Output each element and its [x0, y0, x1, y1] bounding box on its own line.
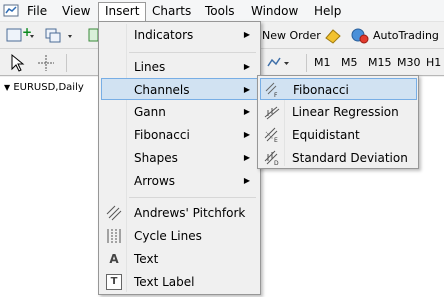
menu-help[interactable]: Help: [308, 2, 347, 20]
autotrading-icon[interactable]: [349, 26, 371, 46]
submenu-item-equidistant-channel[interactable]: E Equidistant: [260, 124, 417, 146]
submenu-item-label: Equidistant: [292, 128, 360, 142]
text-label-icon: T: [106, 274, 122, 290]
menu-item-label: Cycle Lines: [134, 229, 202, 243]
new-order-button[interactable]: New Order: [262, 27, 321, 45]
timeframe-h1[interactable]: H1: [426, 54, 441, 72]
menu-item-label: Channels: [134, 83, 190, 97]
timeframe-m1[interactable]: M1: [314, 54, 331, 72]
fibonacci-channel-icon: F: [265, 82, 281, 99]
insert-menu: Indicators ▶ Lines ▶ Channels ▶ Gann ▶ F…: [98, 21, 261, 295]
timeframe-dropdown[interactable]: [264, 53, 292, 73]
app-icon[interactable]: [2, 2, 20, 20]
chart-title-text: EURUSD,Daily: [13, 82, 84, 93]
autotrading-button[interactable]: AutoTrading: [373, 27, 439, 45]
menu-item-indicators[interactable]: Indicators ▶: [101, 24, 258, 46]
menu-item-label: Fibonacci: [134, 128, 190, 142]
standard-deviation-icon: D: [264, 150, 280, 167]
svg-text:+: +: [22, 26, 32, 39]
submenu-item-label: Fibonacci: [293, 83, 349, 97]
toolbar-separator: [306, 54, 307, 72]
menu-item-arrows[interactable]: Arrows ▶: [101, 170, 258, 192]
menu-item-label: Shapes: [134, 151, 178, 165]
submenu-arrow-icon: ▶: [243, 62, 250, 71]
chart-symbol-title: ▼ EURUSD,Daily: [4, 82, 84, 93]
menu-item-gann[interactable]: Gann ▶: [101, 101, 258, 123]
submenu-item-label: Standard Deviation: [292, 151, 408, 165]
menu-view[interactable]: View: [56, 2, 96, 20]
timeframe-m15[interactable]: M15: [368, 54, 392, 72]
toolbar-separator: [66, 54, 67, 72]
menu-window[interactable]: Window: [245, 2, 304, 20]
menu-item-label: Arrows: [134, 174, 176, 188]
menu-separator: [129, 52, 256, 53]
menu-item-label: Andrews' Pitchfork: [134, 206, 246, 220]
submenu-item-linear-regression[interactable]: Linear Regression: [260, 101, 417, 123]
timeframe-m30[interactable]: M30: [397, 54, 421, 72]
market-watch-icon[interactable]: [88, 26, 99, 46]
text-icon: A: [109, 252, 119, 266]
menu-item-label: Lines: [134, 60, 166, 74]
menu-item-fibonacci[interactable]: Fibonacci ▶: [101, 124, 258, 146]
submenu-item-label: Linear Regression: [292, 105, 399, 119]
chart-title-triangle-icon: ▼: [4, 83, 11, 92]
menu-item-label: Text: [134, 252, 159, 266]
submenu-arrow-icon: ▶: [243, 85, 250, 94]
channels-submenu: F Fibonacci Linear Regression E Equidist…: [257, 75, 419, 169]
svg-text:E: E: [274, 137, 278, 143]
menu-charts[interactable]: Charts: [146, 2, 197, 20]
linear-regression-icon: [264, 104, 280, 120]
menu-item-label: Gann: [134, 105, 166, 119]
crosshair-icon[interactable]: [36, 53, 56, 73]
menu-item-lines[interactable]: Lines ▶: [101, 56, 258, 78]
metaeditor-icon[interactable]: [323, 26, 343, 46]
cursor-icon[interactable]: [8, 53, 26, 73]
timeframe-m5[interactable]: M5: [341, 54, 358, 72]
menu-file[interactable]: File: [21, 2, 53, 20]
submenu-arrow-icon: ▶: [243, 30, 250, 39]
menu-item-channels[interactable]: Channels ▶: [101, 78, 258, 100]
menu-item-shapes[interactable]: Shapes ▶: [101, 147, 258, 169]
menu-item-text-label[interactable]: T Text Label: [101, 271, 258, 293]
menu-separator: [129, 197, 256, 198]
svg-text:D: D: [274, 160, 279, 166]
submenu-arrow-icon: ▶: [243, 130, 250, 139]
equidistant-channel-icon: E: [264, 127, 280, 144]
pitchfork-icon: [106, 205, 122, 221]
menu-item-andrews-pitchfork[interactable]: Andrews' Pitchfork: [101, 202, 258, 224]
submenu-arrow-icon: ▶: [243, 153, 250, 162]
submenu-arrow-icon: ▶: [243, 107, 250, 116]
submenu-arrow-icon: ▶: [243, 176, 250, 185]
menu-tools[interactable]: Tools: [199, 2, 241, 20]
menu-item-text[interactable]: A Text: [101, 248, 258, 270]
submenu-item-fibonacci-channel[interactable]: F Fibonacci: [260, 78, 417, 100]
menu-item-label: Indicators: [134, 28, 194, 42]
svg-text:F: F: [274, 92, 278, 98]
profiles-button[interactable]: [44, 26, 74, 46]
menu-bar: File View Insert Charts Tools Window Hel…: [0, 0, 444, 22]
menu-item-cycle-lines[interactable]: Cycle Lines: [101, 225, 258, 247]
submenu-item-standard-deviation[interactable]: D Standard Deviation: [260, 147, 417, 169]
cycle-lines-icon: [106, 228, 122, 244]
new-chart-button[interactable]: +: [6, 25, 36, 46]
menu-insert[interactable]: Insert: [98, 2, 147, 22]
menu-item-label: Text Label: [134, 275, 195, 289]
